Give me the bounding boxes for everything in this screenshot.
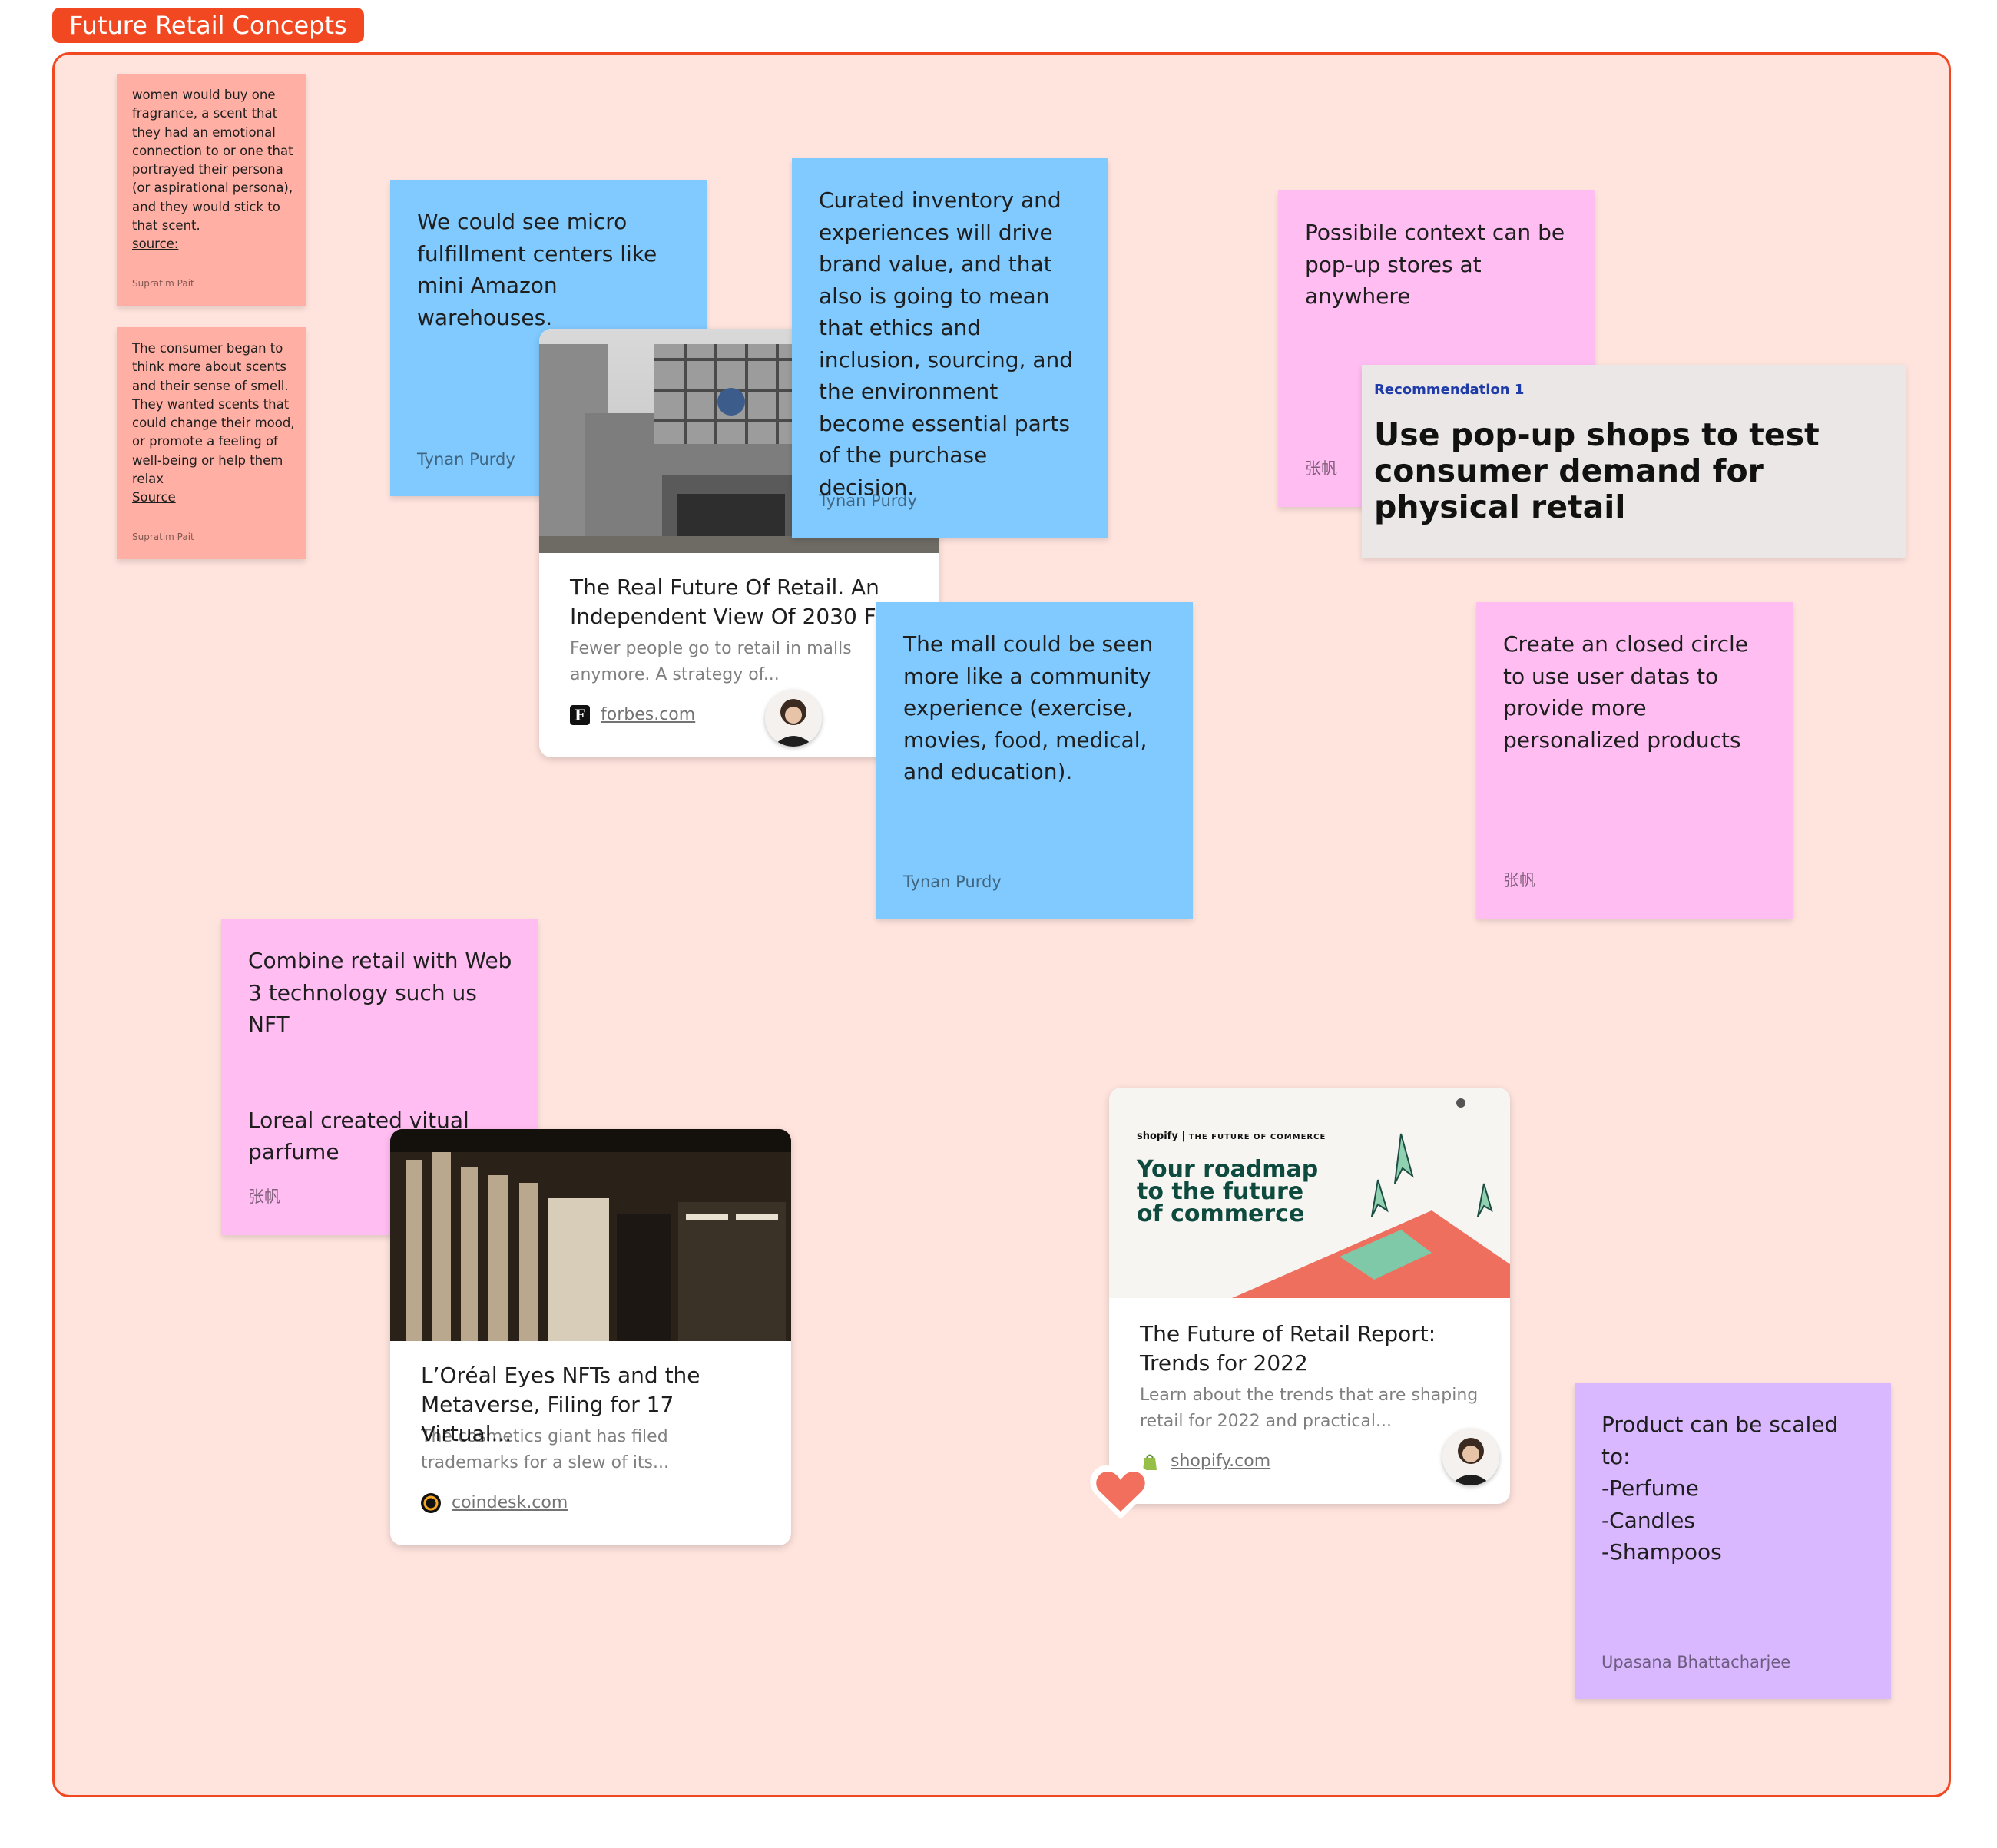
card-title: The Real Future Of Retail. An Independen… [570,575,902,629]
recommendation-title: Use pop-up shops to test consumer demand… [1374,416,1820,525]
avatar [765,690,822,747]
sticky-text: Product can be scaled to: -Perfume -Cand… [1601,1412,1839,1565]
card-title: The Future of Retail Report: Trends for … [1140,1321,1436,1376]
sticky-author: Tynan Purdy [819,492,917,510]
sticky-note-product-scaled[interactable]: Product can be scaled to: -Perfume -Cand… [1575,1383,1891,1699]
sticky-author: Supratim Pait [132,278,194,289]
coindesk-favicon [421,1493,441,1513]
source-link[interactable]: Source [132,490,176,505]
sticky-text: Create an closed circle to use user data… [1503,631,1749,753]
sticky-text: women would buy one fragrance, a scent t… [132,88,293,252]
forbes-favicon: F [570,705,590,725]
sticky-text: We could see micro fulfillment centers l… [417,209,657,330]
shopify-banner-brand: shopify | THE FUTURE OF COMMERCE [1137,1131,1326,1142]
sticky-note-scent-2[interactable]: The consumer began to think more about s… [117,327,306,559]
heart-reaction-icon[interactable] [1086,1456,1155,1525]
sticky-note-closed-circle[interactable]: Create an closed circle to use user data… [1476,602,1793,919]
avatar [1442,1429,1499,1485]
sticky-author: 张帆 [1305,459,1337,478]
card-description: The cosmetics giant has filed trademarks… [421,1427,669,1472]
card-description: Learn about the trends that are shaping … [1140,1386,1479,1431]
sticky-note-mall-community[interactable]: The mall could be seen more like a commu… [876,602,1193,919]
sticky-author: Supratim Pait [132,532,194,542]
link-card-coindesk[interactable]: L’Oréal Eyes NFTs and the Metaverse, Fil… [390,1129,791,1545]
card-link[interactable]: shopify.com [1171,1452,1270,1471]
sticky-text: Possibile context can be pop-up stores a… [1305,220,1565,309]
sticky-text: The mall could be seen more like a commu… [903,631,1154,784]
shopify-banner-headline: Your roadmap to the future of commerce [1137,1156,1319,1227]
section-title[interactable]: Future Retail Concepts [52,8,364,43]
card-link[interactable]: coindesk.com [452,1493,568,1512]
sticky-author: 张帆 [1503,871,1535,889]
sticky-note-scent-1[interactable]: women would buy one fragrance, a scent t… [117,74,306,306]
recommendation-label: Recommendation 1 [1374,382,1525,398]
sticky-text: Curated inventory and experiences will d… [819,187,1074,500]
sticky-author: Tynan Purdy [903,873,1002,891]
card-thumbnail-shopify-banner: shopify | THE FUTURE OF COMMERCE Your ro… [1109,1088,1510,1298]
card-thumbnail-perfume [390,1129,791,1341]
recommendation-card[interactable]: Recommendation 1 Use pop-up shops to tes… [1362,365,1906,558]
card-description: Fewer people go to retail in malls anymo… [570,639,852,684]
sticky-author: 张帆 [248,1187,280,1206]
sticky-author: Tynan Purdy [417,450,515,469]
source-link[interactable]: source: [132,237,178,251]
sticky-text: The consumer began to think more about s… [132,341,295,505]
card-link[interactable]: forbes.com [601,705,695,724]
sticky-note-curated-inventory[interactable]: Curated inventory and experiences will d… [792,158,1108,538]
sticky-author: Upasana Bhattacharjee [1601,1653,1791,1671]
